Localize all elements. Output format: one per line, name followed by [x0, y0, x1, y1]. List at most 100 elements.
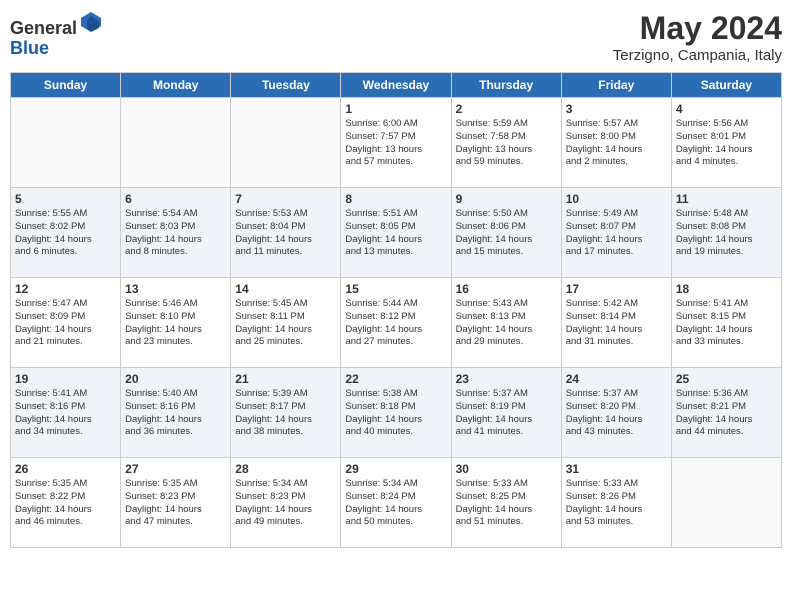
- calendar-cell: 1Sunrise: 6:00 AM Sunset: 7:57 PM Daylig…: [341, 98, 451, 188]
- day-info: Sunrise: 5:46 AM Sunset: 8:10 PM Dayligh…: [125, 298, 226, 349]
- weekday-header-wednesday: Wednesday: [341, 73, 451, 98]
- day-number: 4: [676, 102, 777, 116]
- calendar-cell: 24 Sunrise: 5:37 AM Sunset: 8:20 PM Dayli…: [561, 368, 671, 458]
- weekday-header-monday: Monday: [121, 73, 231, 98]
- calendar-cell: 7Sunrise: 5:53 AM Sunset: 8:04 PM Daylig…: [231, 188, 341, 278]
- day-info: Sunrise: 5:35 AM Sunset: 8:22 PM Dayligh…: [15, 478, 116, 529]
- calendar-cell: 28 Sunrise: 5:34 AM Sunset: 8:23 PM Dayli…: [231, 458, 341, 548]
- day-info: Sunrise: 5:38 AM Sunset: 8:18 PM Dayligh…: [345, 388, 446, 439]
- weekday-header-sunday: Sunday: [11, 73, 121, 98]
- calendar-week-row: 12 Sunrise: 5:47 AM Sunset: 8:09 PM Dayli…: [11, 278, 782, 368]
- day-number: 12: [15, 282, 116, 296]
- day-number: 21: [235, 372, 336, 386]
- calendar-cell: 2 Sunrise: 5:59 AM Sunset: 7:58 PM Daylig…: [451, 98, 561, 188]
- day-number: 27: [125, 462, 226, 476]
- calendar-cell: 27 Sunrise: 5:35 AM Sunset: 8:23 PM Dayli…: [121, 458, 231, 548]
- day-info: Sunrise: 5:44 AM Sunset: 8:12 PM Dayligh…: [345, 298, 446, 349]
- calendar-cell: [11, 98, 121, 188]
- logo-general: General: [10, 18, 77, 38]
- day-info: Sunrise: 5:51 AM Sunset: 8:05 PM Dayligh…: [345, 208, 446, 259]
- calendar-week-row: 19Sunrise: 5:41 AM Sunset: 8:16 PM Dayli…: [11, 368, 782, 458]
- day-info: Sunrise: 5:43 AM Sunset: 8:13 PM Dayligh…: [456, 298, 557, 349]
- calendar-cell: [231, 98, 341, 188]
- day-info: Sunrise: 5:59 AM Sunset: 7:58 PM Dayligh…: [456, 118, 557, 169]
- day-number: 23: [456, 372, 557, 386]
- day-number: 29: [345, 462, 446, 476]
- day-info: Sunrise: 5:50 AM Sunset: 8:06 PM Dayligh…: [456, 208, 557, 259]
- calendar-cell: 23 Sunrise: 5:37 AM Sunset: 8:19 PM Dayli…: [451, 368, 561, 458]
- day-info: Sunrise: 5:40 AM Sunset: 8:16 PM Dayligh…: [125, 388, 226, 439]
- day-number: 22: [345, 372, 446, 386]
- calendar-cell: 31 Sunrise: 5:33 AM Sunset: 8:26 PM Dayli…: [561, 458, 671, 548]
- day-info: Sunrise: 5:45 AM Sunset: 8:11 PM Dayligh…: [235, 298, 336, 349]
- day-info: Sunrise: 5:37 AM Sunset: 8:20 PM Dayligh…: [566, 388, 667, 439]
- day-number: 30: [456, 462, 557, 476]
- calendar-cell: 5Sunrise: 5:55 AM Sunset: 8:02 PM Daylig…: [11, 188, 121, 278]
- calendar-cell: [121, 98, 231, 188]
- calendar-cell: 11 Sunrise: 5:48 AM Sunset: 8:08 PM Dayli…: [671, 188, 781, 278]
- calendar-cell: 29 Sunrise: 5:34 AM Sunset: 8:24 PM Dayli…: [341, 458, 451, 548]
- calendar-cell: 16 Sunrise: 5:43 AM Sunset: 8:13 PM Dayli…: [451, 278, 561, 368]
- day-number: 15: [345, 282, 446, 296]
- day-number: 11: [676, 192, 777, 206]
- day-number: 20: [125, 372, 226, 386]
- calendar-cell: 18Sunrise: 5:41 AM Sunset: 8:15 PM Dayli…: [671, 278, 781, 368]
- day-info: Sunrise: 5:56 AM Sunset: 8:01 PM Dayligh…: [676, 118, 777, 169]
- day-info: Sunrise: 5:49 AM Sunset: 8:07 PM Dayligh…: [566, 208, 667, 259]
- calendar-cell: 19Sunrise: 5:41 AM Sunset: 8:16 PM Dayli…: [11, 368, 121, 458]
- day-info: Sunrise: 5:34 AM Sunset: 8:24 PM Dayligh…: [345, 478, 446, 529]
- day-number: 17: [566, 282, 667, 296]
- weekday-header-saturday: Saturday: [671, 73, 781, 98]
- day-info: Sunrise: 5:33 AM Sunset: 8:26 PM Dayligh…: [566, 478, 667, 529]
- day-number: 25: [676, 372, 777, 386]
- day-info: Sunrise: 5:36 AM Sunset: 8:21 PM Dayligh…: [676, 388, 777, 439]
- calendar-cell: 22 Sunrise: 5:38 AM Sunset: 8:18 PM Dayli…: [341, 368, 451, 458]
- calendar-cell: 17Sunrise: 5:42 AM Sunset: 8:14 PM Dayli…: [561, 278, 671, 368]
- day-number: 26: [15, 462, 116, 476]
- day-info: Sunrise: 5:37 AM Sunset: 8:19 PM Dayligh…: [456, 388, 557, 439]
- day-number: 8: [345, 192, 446, 206]
- day-number: 24: [566, 372, 667, 386]
- day-number: 6: [125, 192, 226, 206]
- day-number: 10: [566, 192, 667, 206]
- day-info: Sunrise: 5:54 AM Sunset: 8:03 PM Dayligh…: [125, 208, 226, 259]
- logo-blue: Blue: [10, 38, 49, 58]
- day-number: 3: [566, 102, 667, 116]
- day-info: Sunrise: 5:41 AM Sunset: 8:15 PM Dayligh…: [676, 298, 777, 349]
- calendar-cell: 8 Sunrise: 5:51 AM Sunset: 8:05 PM Daylig…: [341, 188, 451, 278]
- day-number: 28: [235, 462, 336, 476]
- page-header: General Blue May 2024 Terzigno, Campania…: [10, 10, 782, 64]
- day-info: Sunrise: 5:48 AM Sunset: 8:08 PM Dayligh…: [676, 208, 777, 259]
- calendar-cell: 13Sunrise: 5:46 AM Sunset: 8:10 PM Dayli…: [121, 278, 231, 368]
- day-number: 31: [566, 462, 667, 476]
- title-block: May 2024 Terzigno, Campania, Italy: [613, 10, 782, 64]
- weekday-header-friday: Friday: [561, 73, 671, 98]
- day-number: 2: [456, 102, 557, 116]
- day-info: Sunrise: 5:47 AM Sunset: 8:09 PM Dayligh…: [15, 298, 116, 349]
- day-number: 7: [235, 192, 336, 206]
- weekday-header-tuesday: Tuesday: [231, 73, 341, 98]
- day-number: 14: [235, 282, 336, 296]
- calendar-week-row: 26 Sunrise: 5:35 AM Sunset: 8:22 PM Dayli…: [11, 458, 782, 548]
- logo: General Blue: [10, 10, 103, 59]
- day-number: 16: [456, 282, 557, 296]
- day-info: Sunrise: 5:33 AM Sunset: 8:25 PM Dayligh…: [456, 478, 557, 529]
- day-info: Sunrise: 5:55 AM Sunset: 8:02 PM Dayligh…: [15, 208, 116, 259]
- day-info: Sunrise: 5:35 AM Sunset: 8:23 PM Dayligh…: [125, 478, 226, 529]
- calendar-cell: 14 Sunrise: 5:45 AM Sunset: 8:11 PM Dayli…: [231, 278, 341, 368]
- day-number: 19: [15, 372, 116, 386]
- weekday-header-row: SundayMondayTuesdayWednesdayThursdayFrid…: [11, 73, 782, 98]
- day-info: Sunrise: 5:34 AM Sunset: 8:23 PM Dayligh…: [235, 478, 336, 529]
- calendar-cell: 9Sunrise: 5:50 AM Sunset: 8:06 PM Daylig…: [451, 188, 561, 278]
- calendar-cell: 30 Sunrise: 5:33 AM Sunset: 8:25 PM Dayli…: [451, 458, 561, 548]
- location-title: Terzigno, Campania, Italy: [613, 47, 782, 64]
- weekday-header-thursday: Thursday: [451, 73, 561, 98]
- calendar-cell: 15 Sunrise: 5:44 AM Sunset: 8:12 PM Dayli…: [341, 278, 451, 368]
- calendar-cell: 26 Sunrise: 5:35 AM Sunset: 8:22 PM Dayli…: [11, 458, 121, 548]
- calendar-cell: 12 Sunrise: 5:47 AM Sunset: 8:09 PM Dayli…: [11, 278, 121, 368]
- logo-icon: [79, 10, 103, 34]
- day-info: Sunrise: 5:57 AM Sunset: 8:00 PM Dayligh…: [566, 118, 667, 169]
- calendar-week-row: 5Sunrise: 5:55 AM Sunset: 8:02 PM Daylig…: [11, 188, 782, 278]
- day-info: Sunrise: 6:00 AM Sunset: 7:57 PM Dayligh…: [345, 118, 446, 169]
- calendar-week-row: 1Sunrise: 6:00 AM Sunset: 7:57 PM Daylig…: [11, 98, 782, 188]
